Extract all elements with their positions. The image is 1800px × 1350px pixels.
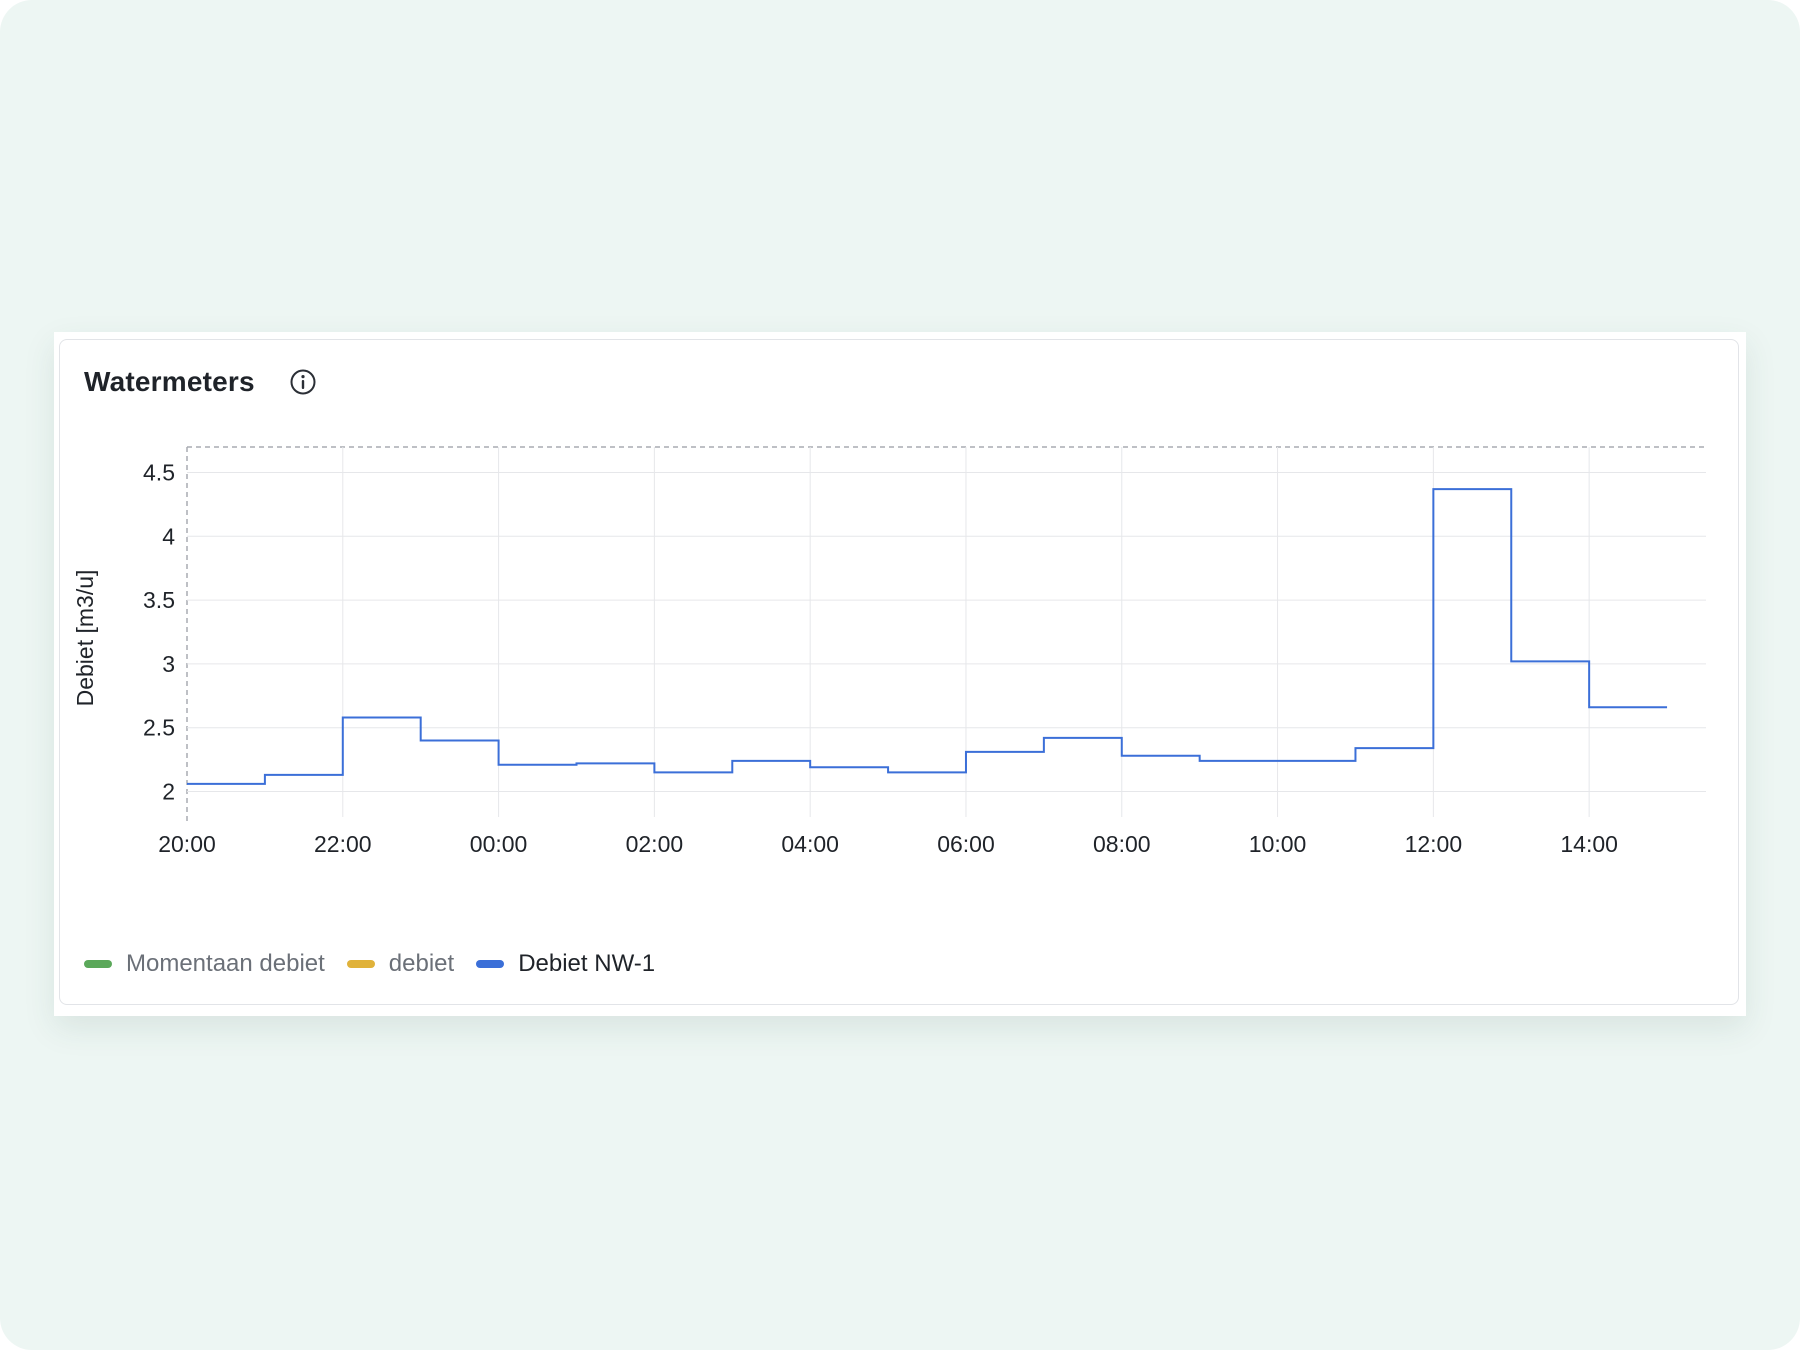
y-tick-label: 3 (162, 651, 175, 677)
legend-item-momentaan-debiet[interactable]: Momentaan debiet (84, 950, 325, 978)
axis-layer: 2 2.5 3 3.5 4 4.5 20:00 22:00 00:00 02:00 04:00 06:… (72, 460, 1618, 857)
x-tick-label: 10:00 (1249, 831, 1307, 857)
legend-label: Debiet NW-1 (518, 950, 656, 977)
x-tick-label: 00:00 (470, 831, 528, 857)
y-tick-label: 4 (162, 523, 175, 549)
x-tick-label: 02:00 (626, 831, 684, 857)
legend-label: debiet (388, 950, 455, 977)
y-axis-label: Debiet [m3/u] (72, 570, 98, 707)
legend-item-debiet[interactable]: debiet (346, 950, 455, 978)
y-tick-label: 3.5 (143, 587, 175, 613)
y-tick-label: 2 (162, 778, 175, 804)
series-line-debiet-nw-1 (187, 488, 1668, 785)
y-tick-label: 2.5 (143, 715, 175, 741)
panel-container: Watermeters 2 2.5 3 3.5 4 4.5 20:00 22:00 00:00 0… (54, 332, 1746, 1016)
legend-swatch-green (84, 960, 112, 968)
page-background: Watermeters 2 2.5 3 3.5 4 4.5 20:00 22:00 00:00 0… (0, 0, 1800, 1350)
x-tick-label: 14:00 (1560, 831, 1618, 857)
grid-layer (186, 446, 1706, 823)
legend-swatch-blue (476, 960, 505, 968)
y-tick-label: 4.5 (143, 460, 175, 486)
legend-swatch-yellow (346, 960, 375, 968)
legend-item-debiet-nw-1[interactable]: Debiet NW-1 (476, 950, 655, 978)
x-tick-label: 04:00 (781, 831, 839, 857)
legend-label: Momentaan debiet (126, 950, 325, 977)
legend: Momentaan debiet debiet Debiet NW-1 (84, 950, 677, 978)
x-tick-label: 08:00 (1093, 831, 1151, 857)
watermeters-panel: Watermeters 2 2.5 3 3.5 4 4.5 20:00 22:00 00:00 0… (59, 339, 1739, 1005)
series-layer (186, 488, 1668, 785)
x-tick-label: 20:00 (158, 831, 216, 857)
x-tick-label: 22:00 (314, 831, 372, 857)
x-tick-label: 06:00 (937, 831, 995, 857)
x-tick-label: 12:00 (1405, 831, 1463, 857)
step-line-chart: 2 2.5 3 3.5 4 4.5 20:00 22:00 00:00 02:00 04:00 06:… (72, 446, 1706, 857)
